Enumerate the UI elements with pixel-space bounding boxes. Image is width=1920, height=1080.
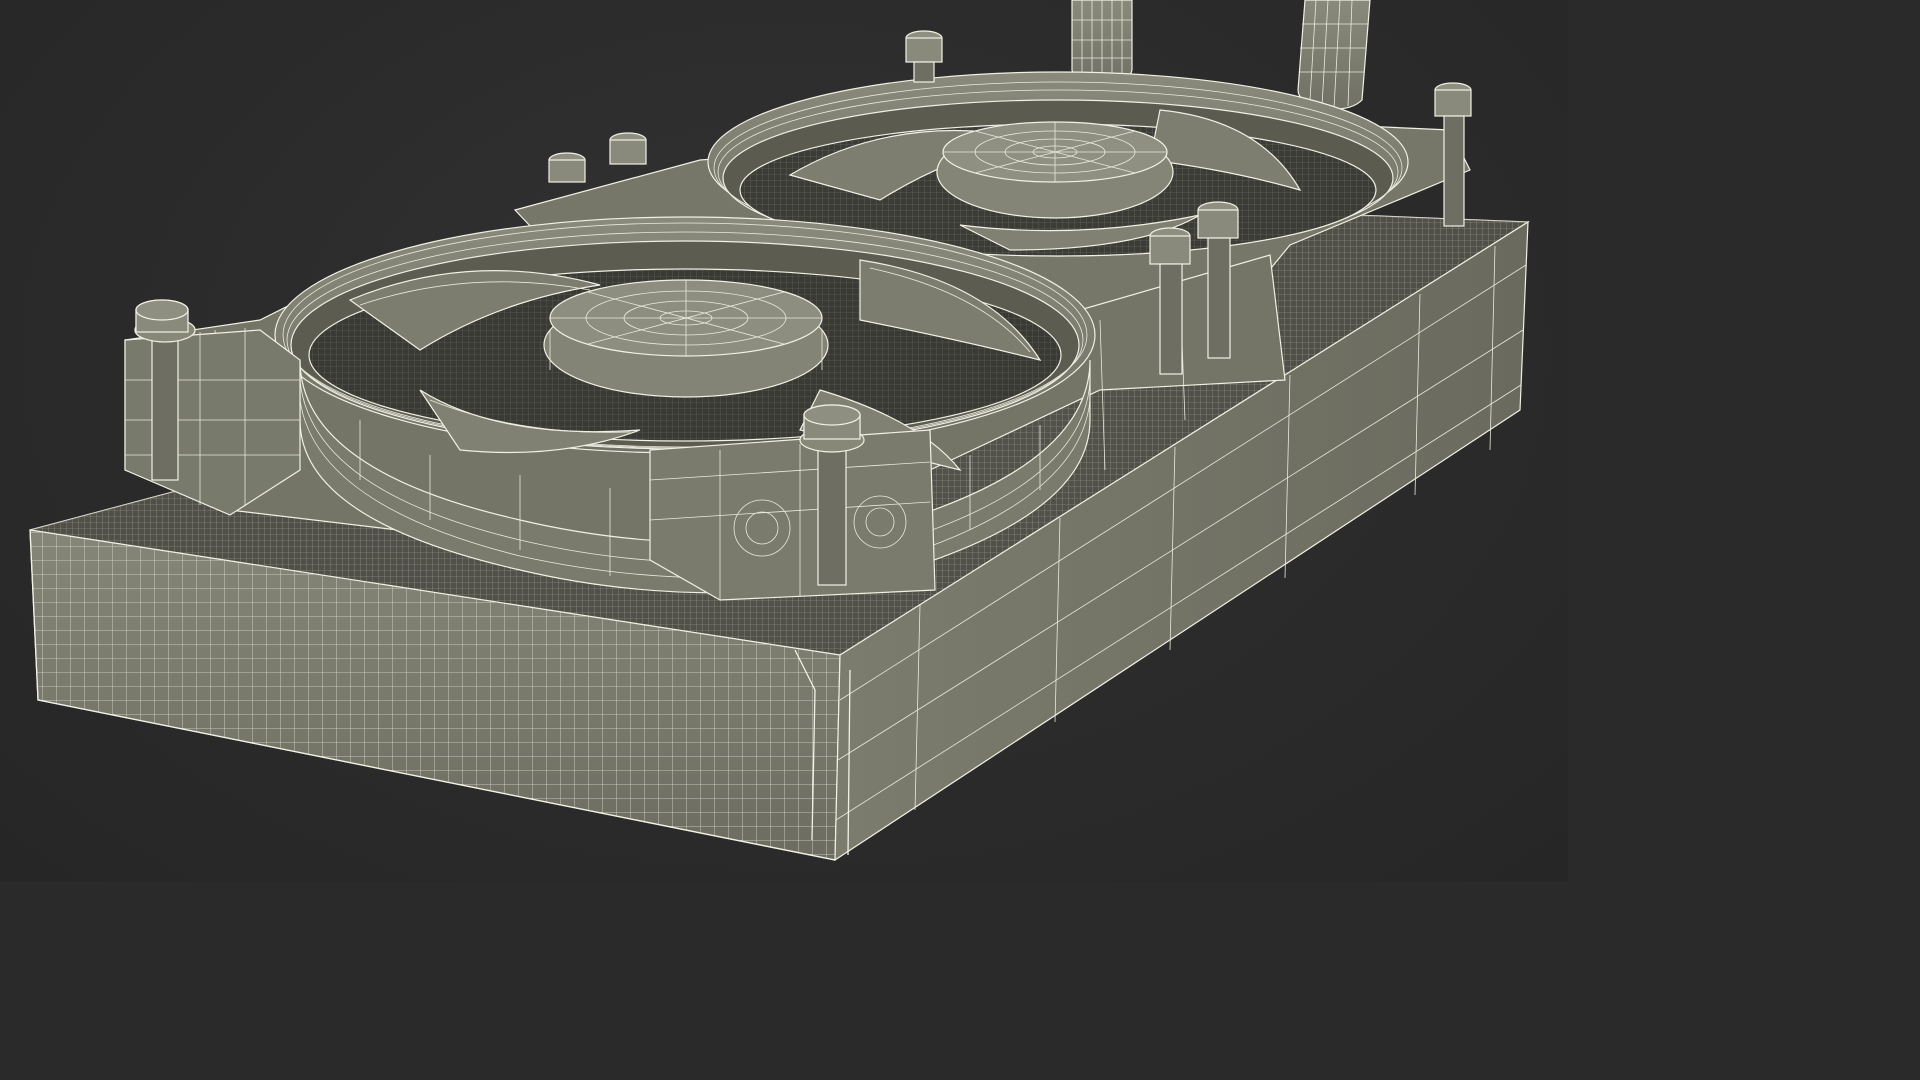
render-viewport xyxy=(0,0,1568,882)
screw-mid-left xyxy=(548,132,647,183)
screw-rear-left xyxy=(905,30,943,83)
radiator-wireframe-model xyxy=(29,0,1530,862)
